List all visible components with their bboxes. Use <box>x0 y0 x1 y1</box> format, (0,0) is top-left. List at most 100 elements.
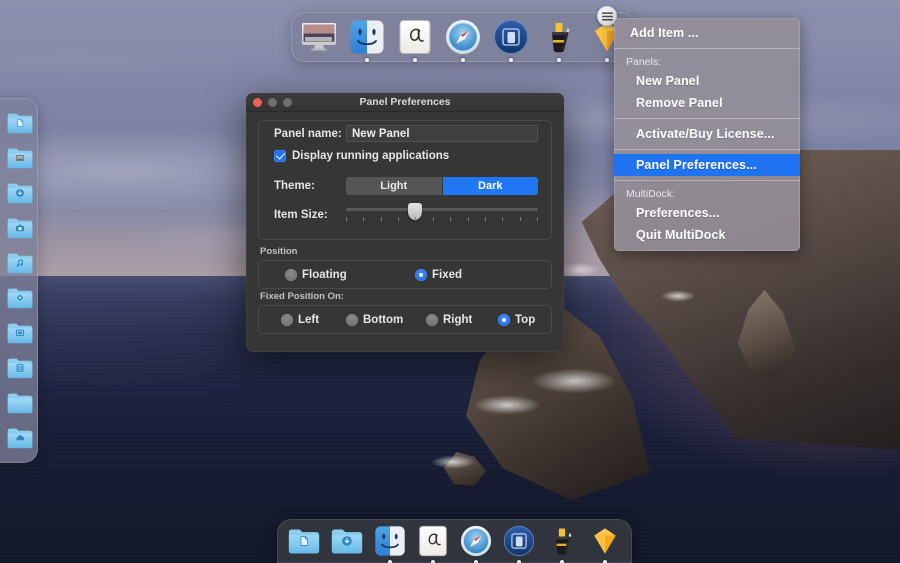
floating-radio[interactable] <box>285 268 297 281</box>
sidebar-item-pictures[interactable] <box>7 145 33 171</box>
position-radio-group[interactable]: Floating Fixed <box>258 260 552 289</box>
position-option-floating[interactable]: Floating <box>285 268 415 281</box>
position-caption: Position <box>260 246 298 257</box>
running-indicator-dot <box>557 58 561 62</box>
dock-item-simulator[interactable] <box>503 525 535 563</box>
fixed-radio[interactable] <box>415 268 427 281</box>
dock-item-finder[interactable] <box>374 525 406 563</box>
hamburger-lines-icon <box>601 11 613 20</box>
dock-item-notes[interactable] <box>397 19 433 62</box>
dock-item-notes[interactable] <box>417 525 449 563</box>
dock-item-finder[interactable] <box>349 19 385 62</box>
window-title: Panel Preferences <box>359 96 451 108</box>
running-indicator-dot <box>509 58 513 62</box>
top-dock-panel[interactable] <box>291 12 635 62</box>
slider-tick <box>484 217 486 221</box>
slider-tick <box>450 217 452 221</box>
sidebar-item-applications[interactable] <box>7 285 33 311</box>
sidebar-item-library[interactable] <box>7 355 33 381</box>
bottom-label: Bottom <box>363 313 404 326</box>
dock-item-downloads[interactable] <box>331 525 363 557</box>
menu-item-add-item[interactable]: Add Item ... <box>614 22 800 44</box>
sidebar-item-music[interactable] <box>7 250 33 276</box>
panel-context-menu[interactable]: Add Item ... Panels: New Panel Remove Pa… <box>614 18 800 251</box>
slider-tick <box>415 217 417 221</box>
theme-label: Theme: <box>274 180 315 192</box>
fixed-position-option-top[interactable]: Top <box>498 313 536 326</box>
minimize-button[interactable] <box>268 98 277 107</box>
fixed-position-caption: Fixed Position On: <box>260 291 344 302</box>
dock-item-safari[interactable] <box>460 525 492 563</box>
fixed-label: Fixed <box>432 268 463 281</box>
bottom-dock[interactable] <box>277 519 632 563</box>
menu-caption-panels: Panels: <box>626 56 662 68</box>
dock-item-xcode[interactable] <box>541 19 577 62</box>
theme-segmented-control[interactable]: Light Dark <box>346 177 538 195</box>
fixed-position-option-bottom[interactable]: Bottom <box>346 313 426 326</box>
item-size-slider[interactable] <box>346 203 538 227</box>
window-titlebar[interactable]: Panel Preferences <box>246 93 564 112</box>
sidebar-item-documents[interactable] <box>7 110 33 136</box>
menu-item-activate-license[interactable]: Activate/Buy License... <box>614 123 800 145</box>
menu-item-quit-multidock[interactable]: Quit MultiDock <box>614 224 800 246</box>
left-radio[interactable] <box>281 313 293 326</box>
running-indicator-dot <box>413 58 417 62</box>
menu-item-new-panel[interactable]: New Panel <box>614 70 800 92</box>
traffic-lights <box>253 98 292 107</box>
sidebar-item-icloud-drive[interactable] <box>7 425 33 451</box>
menu-separator <box>614 149 800 150</box>
slider-tick <box>519 217 521 221</box>
dock-item-simulator[interactable] <box>493 19 529 62</box>
close-button[interactable] <box>253 98 262 107</box>
left-dock-panel[interactable] <box>0 98 38 463</box>
running-indicator-dot <box>605 58 609 62</box>
display-running-applications-row[interactable]: Display running applications <box>274 150 449 162</box>
dock-item-xcode[interactable] <box>546 525 578 563</box>
slider-tick <box>363 217 365 221</box>
dock-item-documents[interactable] <box>288 525 320 557</box>
panel-name-label: Panel name: <box>274 127 342 140</box>
zoom-button[interactable] <box>283 98 292 107</box>
slider-tick <box>432 217 434 221</box>
menu-item-preferences[interactable]: Preferences... <box>614 202 800 224</box>
slider-tick <box>346 217 347 221</box>
right-radio[interactable] <box>426 313 438 326</box>
sidebar-item-folder[interactable] <box>7 390 33 416</box>
display-running-applications-checkbox[interactable] <box>274 150 286 162</box>
menu-separator <box>614 48 800 49</box>
wallpaper-surf-4 <box>430 455 476 469</box>
fixed-position-section: Fixed Position On: Left Bottom Right Top <box>258 291 552 334</box>
dock-item-sketch[interactable] <box>589 525 621 563</box>
slider-tick <box>502 217 504 221</box>
slider-tick <box>467 217 469 221</box>
top-radio[interactable] <box>498 313 510 326</box>
fixed-position-option-left[interactable]: Left <box>281 313 346 326</box>
theme-option-dark[interactable]: Dark <box>441 177 538 195</box>
dock-item-safari[interactable] <box>445 19 481 62</box>
wallpaper-surf-3 <box>560 262 600 278</box>
position-option-fixed[interactable]: Fixed <box>415 268 463 281</box>
fixed-position-radio-group[interactable]: Left Bottom Right Top <box>258 305 552 334</box>
sidebar-item-camera[interactable] <box>7 215 33 241</box>
sidebar-item-desktop[interactable] <box>7 320 33 346</box>
menu-caption-multidock: MultiDock: <box>626 188 676 200</box>
dock-item-imac[interactable] <box>301 19 337 55</box>
panel-preferences-window[interactable]: Panel Preferences Panel name: Display ru… <box>246 93 564 352</box>
theme-option-light[interactable]: Light <box>346 177 442 195</box>
fixed-position-option-right[interactable]: Right <box>426 313 498 326</box>
running-indicator-dot <box>365 58 369 62</box>
slider-track[interactable] <box>346 208 538 211</box>
sidebar-item-downloads[interactable] <box>7 180 33 206</box>
panel-name-row: Panel name: <box>274 125 538 142</box>
panel-name-input[interactable] <box>346 125 538 142</box>
menu-item-remove-panel[interactable]: Remove Panel <box>614 92 800 114</box>
menu-item-panel-preferences[interactable]: Panel Preferences... <box>614 154 800 176</box>
wallpaper-surf-2 <box>472 395 542 415</box>
menu-separator <box>614 118 800 119</box>
position-section: Position Floating Fixed <box>258 246 552 289</box>
slider-tick <box>398 217 400 221</box>
bottom-radio[interactable] <box>346 313 358 326</box>
item-size-row: Item Size: <box>274 203 538 227</box>
top-label: Top <box>515 313 536 326</box>
menu-separator <box>614 180 800 181</box>
